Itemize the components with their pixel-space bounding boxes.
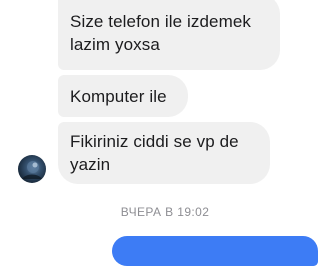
sender-avatar[interactable] (18, 155, 46, 183)
message-thread: Size telefon ile izdemek lazim yoxsa Kom… (0, 0, 330, 266)
message-text-line: yazin (70, 155, 111, 174)
incoming-message-bubble[interactable]: Komputer ile (58, 75, 188, 117)
message-text: Komputer ile (70, 87, 167, 106)
outgoing-message-bubble[interactable] (112, 236, 318, 266)
message-text-line: lazim yoxsa (70, 35, 160, 54)
message-text-line: Size telefon ile izdemek (70, 12, 251, 31)
message-text-line: Fikiriniz ciddi se vp de (70, 132, 239, 151)
incoming-message-bubble[interactable]: Fikiriniz ciddi se vp de yazin (58, 122, 270, 184)
incoming-message-bubble[interactable]: Size telefon ile izdemek lazim yoxsa (58, 0, 280, 70)
avatar-icon (22, 161, 42, 179)
date-separator: ВЧЕРА В 19:02 (120, 205, 210, 219)
